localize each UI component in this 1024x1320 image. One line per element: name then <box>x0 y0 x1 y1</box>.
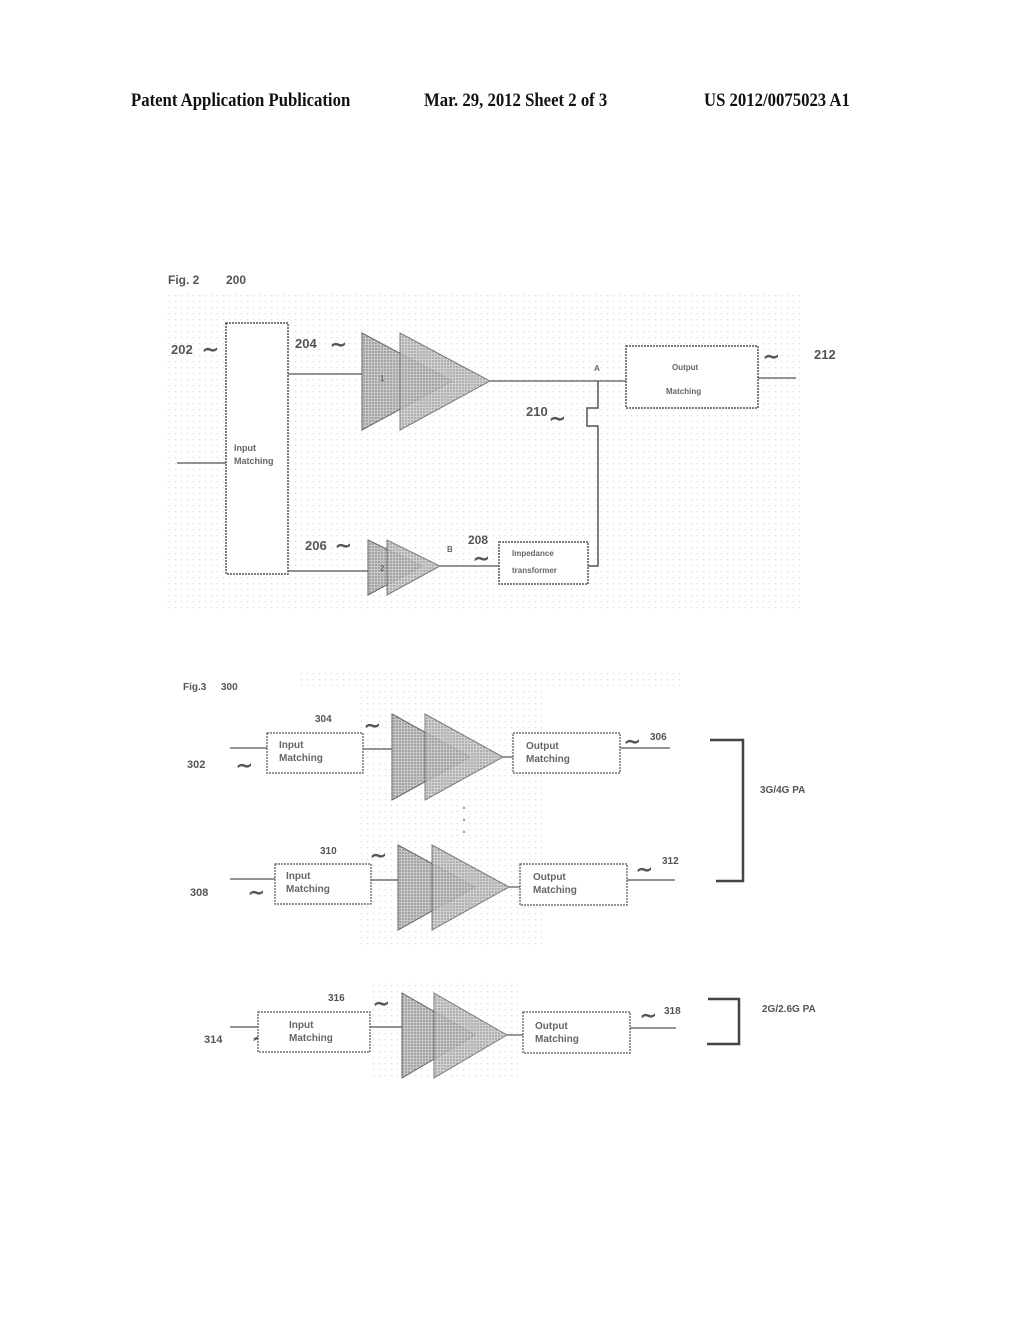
chain2-out-ref: 312 <box>662 856 679 867</box>
chain2-output-label-1: Output <box>533 872 566 883</box>
chain3-input-matching-block <box>257 1011 371 1053</box>
chain2-input-label-2: Matching <box>286 884 330 895</box>
fig2-amp2-label: 2 <box>380 564 385 573</box>
chain3-amp-tilde-icon: ∼ <box>373 993 390 1015</box>
chain3-in-ref: 314 <box>204 1034 223 1046</box>
chain1-input-label-2: Matching <box>279 753 323 764</box>
chain3-output-label-2: Matching <box>535 1034 579 1045</box>
chain3-input-label-1: Input <box>289 1020 314 1031</box>
fig2-tilde-202-icon: ∼ <box>202 339 219 361</box>
group-label-2g26g: 2G/2.6G PA <box>762 1004 816 1015</box>
chain3-input-label-2: Matching <box>289 1033 333 1044</box>
chain2-output-label-2: Matching <box>533 885 577 896</box>
fig2-node-a: A <box>594 364 600 373</box>
bracket-3g4g <box>710 738 745 883</box>
fig3-ref: 300 <box>221 682 238 693</box>
chain3-out-tilde-icon: ∼ <box>640 1005 657 1027</box>
fig2-label-208: 208 <box>468 533 488 547</box>
fig2-ref: 200 <box>226 273 246 287</box>
fig2-tilde-204-icon: ∼ <box>330 334 347 356</box>
chain2-in-tilde-icon: ∼ <box>248 882 265 904</box>
chain3-output-matching-block <box>522 1011 631 1054</box>
chain1-output-label-2: Matching <box>526 754 570 765</box>
group-label-3g4g: 3G/4G PA <box>760 785 805 796</box>
bracket-2g26g <box>707 997 741 1046</box>
fig3-chain-2: 308 ∼ Input Matching 310 ∼ Output Matchi… <box>190 844 679 931</box>
figure-3: Fig.3 300 302 ∼ Input Matching 304 ∼ Out… <box>183 670 816 1080</box>
chain1-amp-ref: 304 <box>315 714 332 725</box>
chain2-amp-tilde-icon: ∼ <box>370 845 387 867</box>
fig2-input-matching-label-2: Matching <box>234 456 274 466</box>
chain1-input-label-1: Input <box>279 740 304 751</box>
chain2-amp-ref: 310 <box>320 846 337 857</box>
chain3-out-ref: 318 <box>664 1006 681 1017</box>
chain1-in-tilde-icon: ∼ <box>236 755 253 777</box>
fig2-label-212: 212 <box>814 347 836 362</box>
chain2-in-ref: 308 <box>190 887 208 899</box>
fig3-chain-3: 314 ∼ Input Matching 316 ∼ Output Matchi… <box>204 992 681 1079</box>
fig2-tilde-210-icon: ∼ <box>549 408 566 430</box>
fig2-title: Fig. 2 <box>168 273 200 287</box>
figure-2: Fig. 2 200 Input Matching 202 ∼ 204 ∼ 1 … <box>164 273 836 611</box>
fig2-label-206: 206 <box>305 538 327 553</box>
fig2-label-204: 204 <box>295 336 317 351</box>
fig2-tilde-206-icon: ∼ <box>335 535 352 557</box>
chain1-output-label-1: Output <box>526 741 559 752</box>
chain3-amp-ref: 316 <box>328 993 345 1004</box>
chain1-out-tilde-icon: ∼ <box>624 731 641 753</box>
figures-canvas: Fig. 2 200 Input Matching 202 ∼ 204 ∼ 1 … <box>164 273 836 1080</box>
fig2-transformer-label-2: transformer <box>512 566 557 575</box>
fig2-transformer-label-1: Impedance <box>512 549 554 558</box>
fig2-tilde-212-icon: ∼ <box>763 346 780 368</box>
chain1-in-ref: 302 <box>187 759 205 771</box>
fig2-label-202: 202 <box>171 342 193 357</box>
fig2-node-b: B <box>447 545 453 554</box>
fig2-amp1-label: 1 <box>380 374 385 383</box>
fig2-label-210: 210 <box>526 404 548 419</box>
chain1-amp-tilde-icon: ∼ <box>364 715 381 737</box>
fig2-input-matching-label-1: Input <box>234 443 256 453</box>
chain1-output-matching-block <box>512 732 621 774</box>
chain1-out-ref: 306 <box>650 732 667 743</box>
fig2-tilde-208-icon: ∼ <box>473 548 490 570</box>
chain2-out-tilde-icon: ∼ <box>636 859 653 881</box>
fig2-output-matching-block <box>625 345 759 409</box>
fig3-chain-1: 302 ∼ Input Matching 304 ∼ Output Matchi… <box>187 713 670 801</box>
fig3-bg-strip <box>300 670 680 690</box>
fig2-output-matching-label-2: Matching <box>666 387 701 396</box>
fig3-title: Fig.3 <box>183 682 207 693</box>
chain3-output-label-1: Output <box>535 1021 568 1032</box>
fig2-output-matching-label-1: Output <box>672 363 699 372</box>
chain2-input-label-1: Input <box>286 871 311 882</box>
